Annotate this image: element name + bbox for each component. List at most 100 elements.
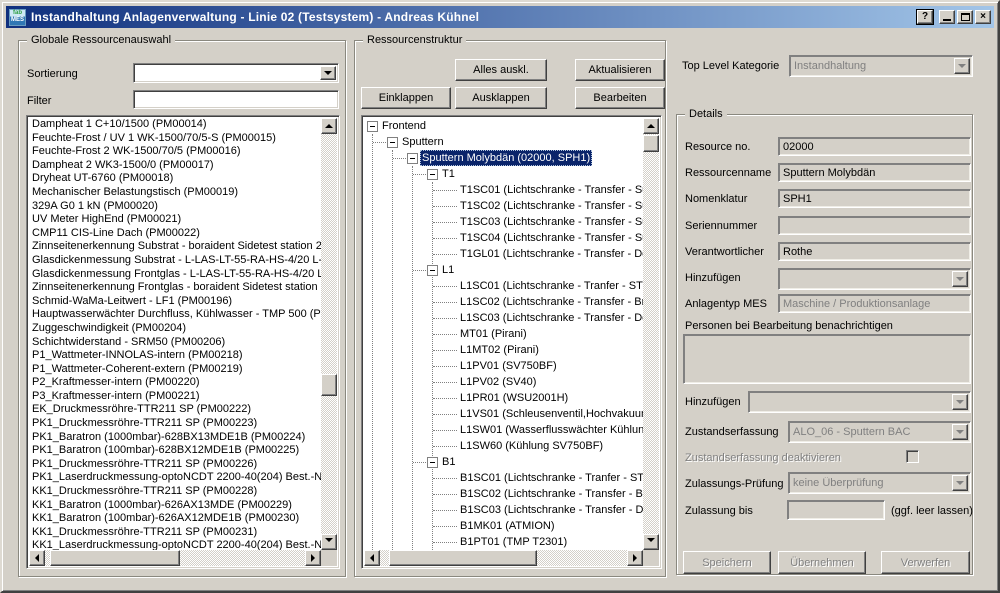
tree-hscrollbar[interactable] — [364, 550, 643, 566]
resource-list-item[interactable]: P3_Kraftmesser-intern (PM00221) — [29, 390, 321, 404]
resource-list-item[interactable]: Dampheat 1 C+10/1500 (PM00014) — [29, 118, 321, 132]
sort-dropdown-arrow[interactable] — [320, 66, 336, 80]
detail-field[interactable]: 02000 — [778, 137, 971, 156]
vscroll-thumb[interactable] — [321, 374, 337, 396]
tree-node[interactable]: L1VS01 (Schleusenventil,Hochvakuum — [364, 406, 643, 422]
tree-node-label[interactable]: L1MT02 (Pirani) — [458, 342, 541, 358]
hscroll-thumb[interactable] — [50, 550, 180, 566]
resource-list-item[interactable]: Glasdickenmessung Frontglas - L-LAS-LT-5… — [29, 268, 321, 282]
tree-node-label[interactable]: B1 — [440, 454, 457, 470]
resource-list-item[interactable]: Zuggeschwindigkeit (PM00204) — [29, 322, 321, 336]
resource-list-item[interactable]: Zinnseitenerkennung Frontglas - boraiden… — [29, 281, 321, 295]
detail-field[interactable] — [778, 216, 971, 235]
tree-node-label[interactable]: Frontend — [380, 118, 428, 134]
tree-node-label[interactable]: L1PR01 (WSU2001H) — [458, 390, 570, 406]
tree-node[interactable]: Frontend — [364, 118, 643, 134]
resource-list-item[interactable]: PK1_Druckmessröhre-TTR211 SP (PM00223) — [29, 417, 321, 431]
tree-expander-icon[interactable] — [427, 169, 438, 180]
resource-list-item[interactable]: KK1_Baratron (100mbar)-626AX12MDE1B (PM0… — [29, 512, 321, 526]
tree-node[interactable]: B1PT01 (TMP T2301) — [364, 534, 643, 550]
resource-list-item[interactable]: P1_Wattmeter-INNOLAS-intern (PM00218) — [29, 349, 321, 363]
tree-node-label[interactable]: L1 — [440, 262, 456, 278]
tree-node[interactable]: B1SC02 (Lichtschranke - Transfer - Bren — [364, 486, 643, 502]
collapse-button[interactable]: Einklappen — [361, 87, 451, 109]
tree-node-label[interactable]: B1PT01 (TMP T2301) — [458, 534, 569, 550]
resource-list-item[interactable]: UV Meter HighEnd (PM00021) — [29, 213, 321, 227]
resource-list-item[interactable]: PK1_Baratron (1000mbar)-628BX13MDE1B (PM… — [29, 431, 321, 445]
resource-list-item[interactable]: CMP11 CIS-Line Dach (PM00022) — [29, 227, 321, 241]
tree-node-label[interactable]: L1SC02 (Lichtschranke - Transfer - Bren — [458, 294, 643, 310]
tree-node-label[interactable]: B1SC02 (Lichtschranke - Transfer - Bren — [458, 486, 643, 502]
hscroll-thumb[interactable] — [389, 550, 537, 566]
resource-list-item[interactable]: EK_Druckmessröhre-TTR211 SP (PM00222) — [29, 403, 321, 417]
scroll-down-button[interactable] — [643, 534, 659, 550]
resource-list-item[interactable]: Hauptwasserwächter Durchfluss, Kühlwasse… — [29, 308, 321, 322]
edit-button[interactable]: Bearbeiten — [575, 87, 665, 109]
resource-list-item[interactable]: KK1_Laserdruckmessung-optoNCDT 2200-40(2… — [29, 539, 321, 550]
sort-dropdown[interactable] — [133, 63, 339, 83]
tree-node-label[interactable]: T1SC01 (Lichtschranke - Transfer - Sub — [458, 182, 643, 198]
close-button[interactable]: × — [975, 10, 991, 24]
tree-node[interactable]: L1 — [364, 262, 643, 278]
tree-node[interactable]: MT01 (Pirani) — [364, 326, 643, 342]
resource-list-item[interactable]: 329A G0 1 kN (PM00020) — [29, 200, 321, 214]
resource-list-item[interactable]: Feuchte-Frost / UV 1 WK-1500/70/5-S (PM0… — [29, 132, 321, 146]
tree-node[interactable]: L1SC01 (Lichtschranke - Tranfer - STOP — [364, 278, 643, 294]
scroll-up-button[interactable] — [643, 118, 659, 134]
tree-node[interactable]: T1SC04 (Lichtschranke - Transfer - Sub — [364, 230, 643, 246]
tree-expander-icon[interactable] — [427, 457, 438, 468]
scroll-left-button[interactable] — [29, 550, 45, 566]
notify-textarea[interactable] — [683, 334, 971, 384]
tree-node-label[interactable]: T1 — [440, 166, 457, 182]
tree-node[interactable]: B1SC03 (Lichtschranke - Transfer - Dete — [364, 502, 643, 518]
tree-node[interactable]: B1SC01 (Lichtschranke - Tranfer - STOP — [364, 470, 643, 486]
resource-list-item[interactable]: PK1_Baratron (100mbar)-628BX12MDE1B (PM0… — [29, 444, 321, 458]
tree-node[interactable]: T1SC02 (Lichtschranke - Transfer - Sub — [364, 198, 643, 214]
tree-node-label-selected[interactable]: Sputtern Molybdän (02000, SPH1) — [420, 150, 592, 166]
scroll-right-button[interactable] — [627, 550, 643, 566]
tree-expander-icon[interactable] — [407, 153, 418, 164]
tree-vscrollbar[interactable] — [643, 118, 659, 550]
resource-list-item[interactable]: Dampheat 2 WK3-1500/0 (PM00017) — [29, 159, 321, 173]
resource-list-item[interactable]: KK1_Baratron (1000mbar)-626AX13MDE (PM00… — [29, 499, 321, 513]
tree-node-label[interactable]: L1SW60 (Kühlung SV750BF) — [458, 438, 605, 454]
tree-node[interactable]: Sputtern — [364, 134, 643, 150]
resource-list-item[interactable]: P1_Wattmeter-Coherent-extern (PM00219) — [29, 363, 321, 377]
tree-expander-icon[interactable] — [367, 121, 378, 132]
refresh-button[interactable]: Aktualisieren — [575, 59, 665, 81]
resource-list-item[interactable]: Mechanischer Belastungstisch (PM00019) — [29, 186, 321, 200]
tree-node-label[interactable]: L1SC03 (Lichtschranke - Transfer - Dete — [458, 310, 643, 326]
tree-node[interactable]: Sputtern Molybdän (02000, SPH1) — [364, 150, 643, 166]
tree-node-label[interactable]: L1SW01 (Wasserflusswächter Kühlung — [458, 422, 643, 438]
resource-list-item[interactable]: PK1_Druckmessröhre-TTR211 SP (PM00226) — [29, 458, 321, 472]
vscroll-thumb[interactable] — [643, 135, 659, 152]
tree-node-label[interactable]: L1PV01 (SV750BF) — [458, 358, 559, 374]
minimize-button[interactable] — [939, 10, 955, 24]
scroll-right-button[interactable] — [305, 550, 321, 566]
expand-button[interactable]: Ausklappen — [455, 87, 547, 109]
tree-node[interactable]: L1MT02 (Pirani) — [364, 342, 643, 358]
resource-list-item[interactable]: Glasdickenmessung Substrat - L-LAS-LT-55… — [29, 254, 321, 268]
tree-node-label[interactable]: B1SC03 (Lichtschranke - Transfer - Dete — [458, 502, 643, 518]
tree-node[interactable]: L1SW60 (Kühlung SV750BF) — [364, 438, 643, 454]
tree-node[interactable]: T1SC01 (Lichtschranke - Transfer - Sub — [364, 182, 643, 198]
scroll-left-button[interactable] — [364, 550, 380, 566]
detail-field[interactable]: Sputtern Molybdän — [778, 163, 971, 182]
help-button[interactable]: ? — [917, 10, 933, 24]
resource-list-item[interactable]: Zinnseitenerkennung Substrat - boraident… — [29, 240, 321, 254]
tree-node[interactable]: L1SC03 (Lichtschranke - Transfer - Dete — [364, 310, 643, 326]
tree-node-label[interactable]: T1SC04 (Lichtschranke - Transfer - Sub — [458, 230, 643, 246]
tree-node-label[interactable]: B1MK01 (ATMION) — [458, 518, 557, 534]
resource-list-vscrollbar[interactable] — [321, 118, 337, 550]
resource-list-item[interactable]: Dryheat UT-6760 (PM00018) — [29, 172, 321, 186]
tree-node-label[interactable]: T1SC02 (Lichtschranke - Transfer - Sub — [458, 198, 643, 214]
tree-node-label[interactable]: T1SC03 (Lichtschranke - Transfer - Sub — [458, 214, 643, 230]
tree-node[interactable]: L1SW01 (Wasserflusswächter Kühlung — [364, 422, 643, 438]
tree-node-label[interactable]: Sputtern — [400, 134, 446, 150]
tree-node[interactable]: B1MK01 (ATMION) — [364, 518, 643, 534]
tree-node[interactable]: B1 — [364, 454, 643, 470]
tree-expander-icon[interactable] — [387, 137, 398, 148]
tree-node-label[interactable]: T1GL01 (Lichtschranke - Transfer - Dete — [458, 246, 643, 262]
resource-list-item[interactable]: PK1_Laserdruckmessung-optoNCDT 2200-40(2… — [29, 471, 321, 485]
resource-list-item[interactable]: P2_Kraftmesser-intern (PM00220) — [29, 376, 321, 390]
